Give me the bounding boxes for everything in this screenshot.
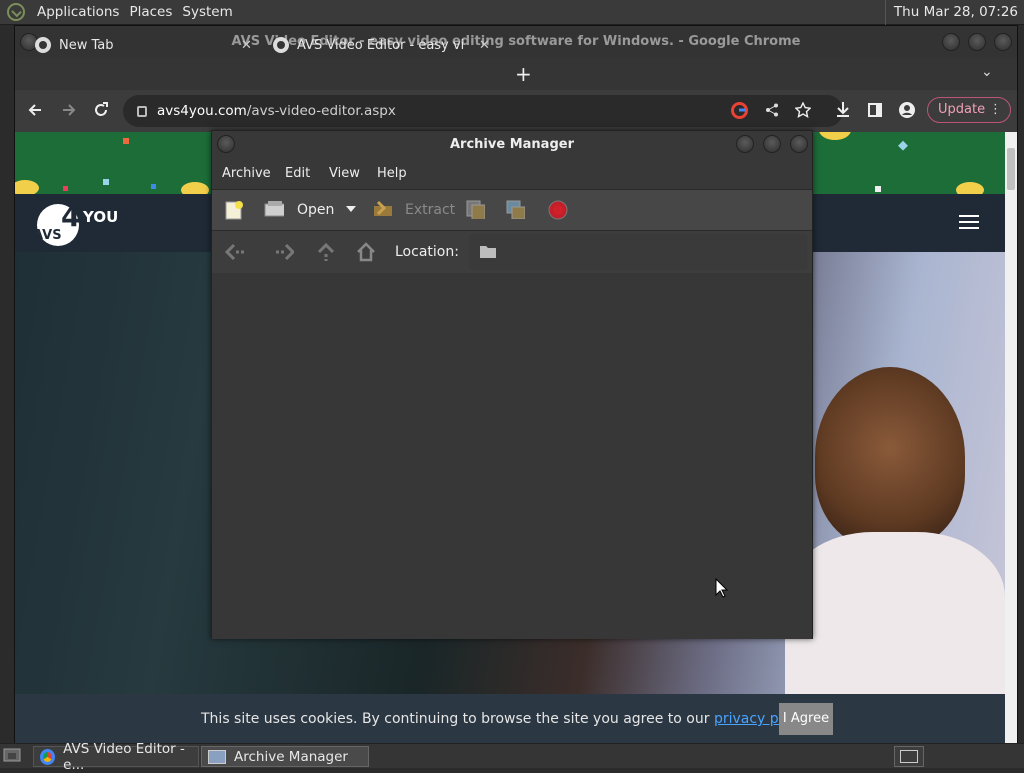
reload-icon[interactable]: [93, 102, 109, 118]
maximize-button[interactable]: [763, 135, 781, 153]
extract-button[interactable]: Extract: [405, 202, 455, 218]
i-agree-button[interactable]: I Agree: [779, 703, 833, 735]
home-icon[interactable]: [356, 242, 376, 262]
bottom-panel: AVS Video Editor - e... Archive Manager: [0, 741, 1024, 773]
clock[interactable]: Thu Mar 28, 07:26: [884, 0, 1024, 25]
chrome-icon: [35, 37, 51, 53]
workspace-icon: [900, 750, 918, 763]
close-window-button[interactable]: [994, 33, 1012, 51]
close-window-button[interactable]: [790, 135, 808, 153]
tab-avs-video-editor[interactable]: AVS Video Editor - easy video ✕: [273, 30, 493, 60]
workspace-switcher[interactable]: [894, 746, 924, 767]
cookie-text: This site uses cookies. By continuing to…: [201, 711, 710, 727]
more-menu-icon[interactable]: ⋮: [989, 98, 1002, 122]
distro-logo-icon[interactable]: [7, 3, 25, 21]
taskbar-item-archive-manager[interactable]: Archive Manager: [201, 746, 369, 767]
top-panel: Applications Places System Thu Mar 28, 0…: [0, 0, 1024, 25]
logo-four: 4: [61, 200, 81, 233]
url-path: /avs-video-editor.aspx: [246, 103, 396, 119]
forward-icon[interactable]: [274, 242, 294, 262]
location-bar: Location:: [212, 231, 812, 273]
archive-manager-window: Archive Manager Archive Edit View Help O…: [211, 130, 813, 639]
minimize-button[interactable]: [942, 33, 960, 51]
logo-you: YOU: [83, 208, 119, 226]
show-desktop-icon[interactable]: [3, 748, 21, 764]
open-archive-icon[interactable]: [264, 200, 284, 220]
globe-icon: [273, 37, 289, 53]
menu-archive[interactable]: Archive: [222, 166, 271, 181]
folder-icon[interactable]: [479, 243, 499, 263]
up-icon[interactable]: [316, 242, 336, 262]
update-label: Update: [938, 102, 986, 117]
share-icon[interactable]: [765, 103, 779, 117]
menu-help[interactable]: Help: [377, 166, 407, 181]
new-tab-button[interactable]: +: [515, 62, 532, 86]
url-text[interactable]: avs4you.com/avs-video-editor.aspx: [157, 103, 396, 119]
back-icon[interactable]: [27, 102, 43, 118]
hamburger-menu-icon[interactable]: [959, 214, 979, 230]
maximize-button[interactable]: [968, 33, 986, 51]
download-icon[interactable]: [835, 101, 851, 118]
google-lens-icon[interactable]: [731, 102, 748, 119]
archive-manager-icon: [208, 749, 226, 764]
scrollbar-thumb[interactable]: [1007, 148, 1015, 190]
close-tab-icon[interactable]: ✕: [479, 38, 490, 53]
archive-toolbar: Open Extract: [212, 189, 812, 231]
cookie-text-wrap: This site uses cookies. By continuing to…: [201, 711, 813, 727]
update-button[interactable]: Update ⋮: [927, 97, 1011, 123]
profile-icon[interactable]: [899, 102, 915, 118]
hero-photo-dress: [785, 532, 1005, 694]
menu-view[interactable]: View: [329, 166, 360, 181]
chrome-icon: [40, 748, 56, 765]
system-menu[interactable]: System: [178, 0, 236, 25]
tab-label: New Tab: [59, 37, 114, 53]
add-folder-icon[interactable]: [505, 199, 525, 219]
bookmark-star-icon[interactable]: [795, 102, 811, 118]
page-scrollbar[interactable]: [1005, 132, 1017, 743]
add-files-icon[interactable]: [465, 199, 485, 219]
taskbar-item-chrome[interactable]: AVS Video Editor - e...: [33, 741, 199, 773]
location-field[interactable]: [469, 234, 807, 270]
cookie-banner: This site uses cookies. By continuing to…: [15, 694, 1005, 743]
tab-label: AVS Video Editor - easy video: [297, 37, 465, 53]
archive-window-title: Archive Manager: [450, 137, 574, 152]
extract-icon[interactable]: [372, 200, 392, 220]
applications-menu[interactable]: Applications: [33, 0, 123, 25]
window-menu-button[interactable]: [217, 135, 235, 153]
close-tab-icon[interactable]: ✕: [241, 38, 252, 53]
places-menu[interactable]: Places: [125, 0, 176, 25]
forward-icon[interactable]: [61, 102, 77, 118]
back-icon[interactable]: [224, 242, 244, 262]
open-dropdown-icon[interactable]: [345, 204, 365, 224]
new-archive-icon[interactable]: [224, 200, 244, 220]
url-domain: avs4you.com: [157, 103, 247, 119]
archive-menubar: Archive Edit View Help: [212, 161, 812, 187]
lock-icon[interactable]: [137, 106, 147, 117]
taskbar-item-label: Archive Manager: [234, 748, 348, 765]
stop-icon[interactable]: [548, 200, 568, 220]
tab-new-tab[interactable]: New Tab ✕: [35, 30, 265, 60]
hero-photo-person: [815, 367, 965, 547]
side-panel-icon[interactable]: [868, 103, 882, 117]
open-button[interactable]: Open: [297, 202, 334, 218]
logo-avs: AVS: [33, 228, 62, 243]
menu-edit[interactable]: Edit: [285, 166, 310, 181]
mouse-cursor-icon: [715, 578, 729, 598]
tab-search-icon[interactable]: ⌄: [981, 64, 993, 80]
minimize-button[interactable]: [736, 135, 754, 153]
location-label: Location:: [395, 244, 459, 260]
